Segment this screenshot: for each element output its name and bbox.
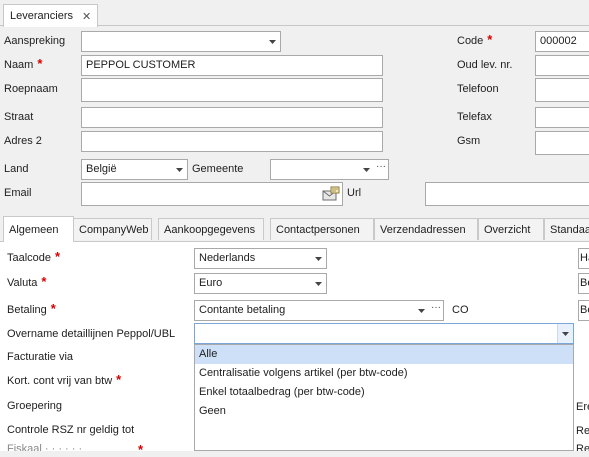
valuta-dropdown[interactable]: Euro [194,273,327,294]
required-icon: * [55,249,61,264]
valuta-value: Euro [199,277,223,289]
kort-cont-label: Kort. cont vrij van btw * [7,372,122,387]
tab-contactpersonen[interactable]: Contactpersonen [270,218,374,240]
telefoon-label: Telefoon [457,83,499,95]
straat-label: Straat [4,111,34,123]
betaling-code: CO [452,304,469,316]
land-dropdown[interactable]: België [81,159,188,180]
gsm-label: Gsm [457,135,481,147]
document-tab-bar: Leveranciers ✕ [0,0,589,27]
aanspreking-dropdown[interactable] [81,31,281,52]
right-label-2: Re [576,425,589,437]
oud-lev-nr-label: Oud lev. nr. [457,59,513,71]
right-field-3[interactable]: Be [578,300,589,321]
url-field[interactable] [425,182,589,206]
gsm-field[interactable] [535,131,589,155]
roepnaam-label: Roepnaam [4,83,58,95]
tab-leveranciers-label: Leveranciers [10,10,73,22]
tab-verzendadressen[interactable]: Verzendadressen [374,218,478,240]
required-icon: * [138,442,144,457]
tab-standaard[interactable]: Standaa [544,218,589,240]
betaling-label: Betaling * [7,301,56,316]
code-label-text: Code [457,35,484,47]
right-field-1[interactable]: Ha [578,248,589,269]
groepering-label: Groepering [7,400,63,412]
required-icon: * [50,301,56,316]
chevron-down-icon[interactable] [413,301,429,320]
adres2-label: Adres 2 [4,135,42,147]
chevron-down-icon[interactable] [264,32,280,51]
url-label: Url [347,187,362,199]
right-field-1-value: Ha [580,252,589,264]
facturatie-label: Facturatie via [7,351,74,363]
close-icon[interactable]: ✕ [82,10,91,23]
telefoon-field[interactable] [535,78,589,102]
adres2-field[interactable] [81,131,383,152]
land-label: Land [4,163,29,175]
code-field[interactable]: 000002 [535,31,589,52]
option-alle[interactable]: Alle [195,345,573,364]
naam-value: PEPPOL CUSTOMER [86,59,196,71]
chevron-down-icon[interactable] [310,249,326,268]
option-geen[interactable]: Geen [195,402,573,421]
chevron-down-icon[interactable] [557,324,573,343]
aanspreking-label: Aanspreking [4,35,66,47]
naam-label-text: Naam [4,59,34,71]
overname-dropdown[interactable] [194,323,574,344]
taalcode-value: Nederlands [199,252,256,264]
required-icon: * [116,372,122,387]
chevron-down-icon[interactable] [358,160,374,179]
gemeente-dropdown[interactable]: ··· [270,159,389,180]
taalcode-dropdown[interactable]: Nederlands [194,248,327,269]
right-field-2[interactable]: Be [578,273,589,294]
tab-companyweb[interactable]: CompanyWeb [73,218,152,240]
tab-algemeen[interactable]: Algemeen [3,216,74,242]
ellipsis-button[interactable]: ··· [374,160,388,179]
tab-overzicht[interactable]: Overzicht [478,218,544,240]
right-label-3: Re [576,443,589,451]
option-centralisatie[interactable]: Centralisatie volgens artikel (per btw-c… [195,364,573,383]
right-label-1: Ere [576,401,589,413]
right-field-2-value: Be [580,277,589,289]
betaling-value: Contante betaling [199,304,286,316]
taalcode-label: Taalcode * [7,249,61,264]
taalcode-label-text: Taalcode [7,252,52,264]
naam-field[interactable]: PEPPOL CUSTOMER [81,55,383,76]
straat-field[interactable] [81,107,383,128]
tab-leveranciers[interactable]: Leveranciers ✕ [3,4,98,27]
code-label: Code * [457,32,493,47]
overname-options-list[interactable]: Alle Centralisatie volgens artikel (per … [194,344,574,451]
kort-cont-label-text: Kort. cont vrij van btw [7,375,113,387]
telefax-label: Telefax [457,111,492,123]
roepnaam-field[interactable] [81,78,383,102]
overname-label: Overname detaillijnen Peppol/UBL [7,328,176,340]
land-value: België [86,163,117,175]
telefax-field[interactable] [535,107,589,128]
required-icon: * [37,56,43,71]
truncated-label: Fiskaal · · · · · · [7,443,83,451]
option-enkel-totaalbedrag[interactable]: Enkel totaalbedrag (per btw-code) [195,383,573,402]
tab-aankoopgegevens[interactable]: Aankoopgegevens [158,218,264,240]
right-field-3-value: Be [580,304,589,316]
controle-rsz-label: Controle RSZ nr geldig tot [7,424,135,436]
oud-lev-nr-field[interactable] [535,55,589,76]
betaling-label-text: Betaling [7,304,47,316]
gemeente-label: Gemeente [192,163,244,175]
chevron-down-icon[interactable] [171,160,187,179]
chevron-down-icon[interactable] [310,274,326,293]
required-icon: * [41,274,47,289]
valuta-label-text: Valuta [7,277,38,289]
required-icon: * [487,32,493,47]
code-value: 000002 [540,35,577,47]
email-field[interactable] [81,182,343,206]
ellipsis-button[interactable]: ··· [429,301,443,320]
betaling-dropdown[interactable]: Contante betaling ··· [194,300,444,321]
naam-label: Naam * [4,56,43,71]
valuta-label: Valuta * [7,274,47,289]
email-label: Email [4,187,32,199]
send-email-icon[interactable] [322,186,340,201]
